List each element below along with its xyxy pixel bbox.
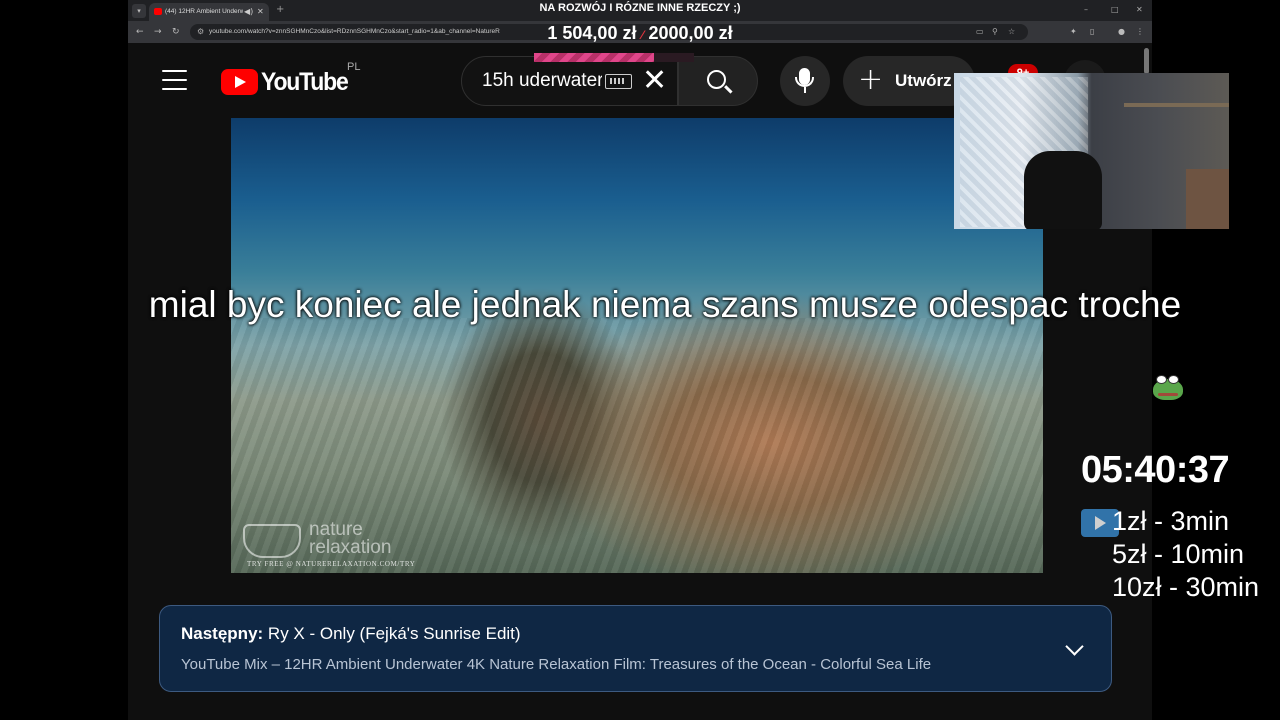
chevron-down-icon[interactable] xyxy=(1065,637,1084,656)
keyboard-icon[interactable] xyxy=(605,74,632,89)
webcam-chair xyxy=(1024,151,1102,229)
microphone-stand xyxy=(795,77,814,87)
mix-title: YouTube Mix – 12HR Ambient Underwater 4K… xyxy=(181,656,932,673)
watermark-footer: TRY FREE @ NATURERELAXATION.COM/TRY xyxy=(247,560,416,568)
subathon-timer: 05:40:37 xyxy=(1081,449,1230,491)
stream-caption: mial byc koniec ale jednak niema szans m… xyxy=(148,284,1182,325)
watermark-line2: relaxation xyxy=(309,537,392,558)
youtube-play-icon xyxy=(221,69,258,95)
microphone-foot xyxy=(804,87,806,93)
donation-goal: 1 504,00 zł ⁄ 2000,00 zł xyxy=(0,22,1280,46)
search-input[interactable]: 15h uderwater xyxy=(482,57,602,105)
donation-progress-bar xyxy=(534,53,694,62)
rate-line: 10zł - 30min xyxy=(1112,572,1260,602)
clear-search-icon[interactable]: ✕ xyxy=(642,57,667,105)
up-next-line: Następny: Ry X - Only (Fejká's Sunrise E… xyxy=(181,624,521,644)
webcam-door xyxy=(1186,169,1229,229)
voice-search-button[interactable] xyxy=(780,56,830,106)
plus-icon: + xyxy=(858,62,884,97)
donation-current: 1 504,00 zł xyxy=(547,23,637,43)
donation-target: 2000,00 zł xyxy=(648,23,733,43)
country-code: PL xyxy=(347,61,361,73)
stream-title: NA ROZWÓJ I RÓZNE INNE RZECZY ;) xyxy=(539,2,741,14)
search-box[interactable]: 15h uderwater ✕ xyxy=(461,56,678,106)
search-button[interactable] xyxy=(678,56,758,106)
guide-menu-icon[interactable] xyxy=(162,70,188,92)
webcam-feed xyxy=(954,73,1229,229)
pepe-mouth xyxy=(1158,393,1178,396)
search-icon xyxy=(707,70,726,89)
pepe-eye-left xyxy=(1156,375,1167,384)
pepe-eye-right xyxy=(1168,375,1179,384)
rate-line: 1zł - 3min xyxy=(1112,506,1230,536)
up-next-label: Następny: xyxy=(181,624,264,643)
channel-watermark: nature relaxation TRY FREE @ NATURERELAX… xyxy=(243,520,443,568)
rate-line: 5zł - 10min xyxy=(1112,539,1245,569)
up-next-track: Ry X - Only (Fejká's Sunrise Edit) xyxy=(267,624,521,643)
up-next-card[interactable]: Następny: Ry X - Only (Fejká's Sunrise E… xyxy=(159,605,1112,692)
palm-logo-icon xyxy=(243,524,301,558)
pepe-emote-icon xyxy=(1153,375,1183,401)
webcam-shelf xyxy=(1124,103,1229,107)
create-label: Utwórz xyxy=(895,71,952,90)
donation-progress-fill xyxy=(534,53,655,62)
youtube-logo[interactable]: YouTube PL xyxy=(221,61,360,97)
page-scrollbar[interactable] xyxy=(1144,48,1149,74)
video-player[interactable]: nature relaxation TRY FREE @ NATURERELAX… xyxy=(231,118,1043,573)
youtube-logo-text: YouTube xyxy=(261,68,349,96)
donation-separator-icon: ⁄ xyxy=(641,28,644,42)
